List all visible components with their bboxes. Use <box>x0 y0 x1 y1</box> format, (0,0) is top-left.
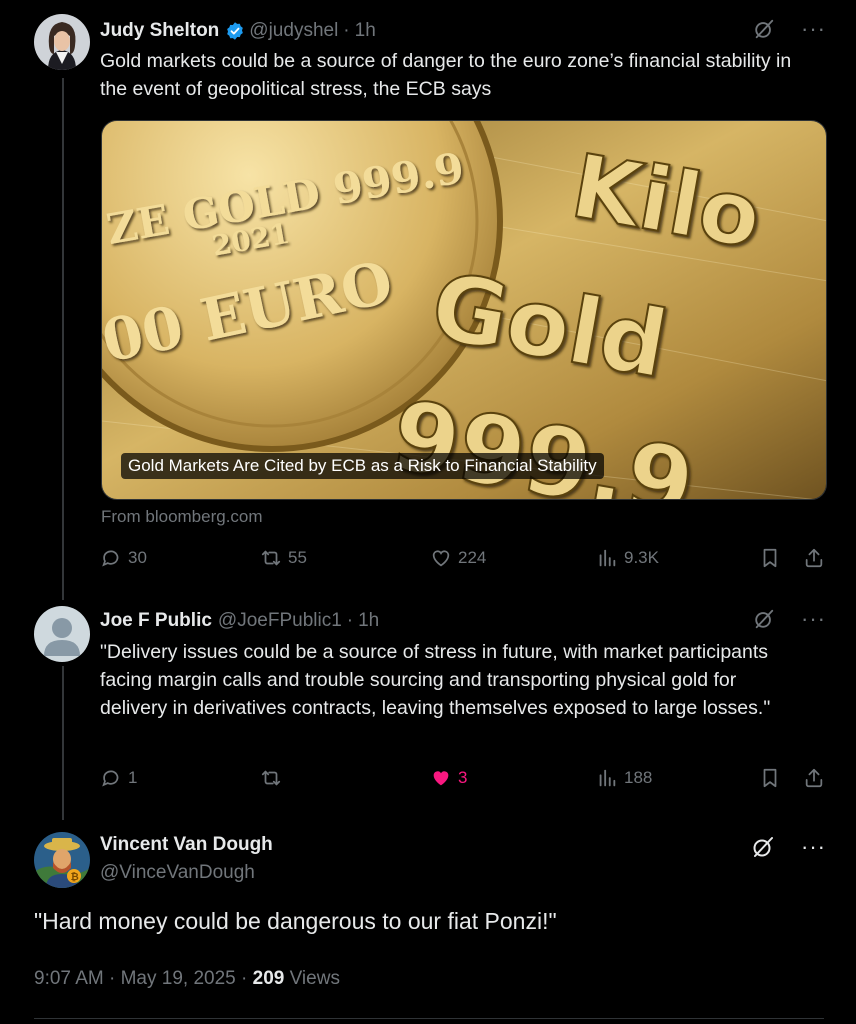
bookmark-button[interactable] <box>759 547 781 569</box>
post-top-icons: ··· <box>751 835 826 859</box>
post-text: Gold markets could be a source of danger… <box>100 50 792 100</box>
views-button[interactable]: 188 <box>596 767 652 789</box>
link-card[interactable]: ZE GOLD 999.9 2021 00 EURO Kilo Gold 999… <box>101 120 827 500</box>
views-icon <box>599 549 616 567</box>
action-bar: 30 55 224 9.3K <box>100 547 827 577</box>
like-button[interactable]: 224 <box>430 547 486 569</box>
bookmark-button[interactable] <box>759 767 781 789</box>
post-text: "Delivery issues could be a source of st… <box>100 641 771 719</box>
card-source[interactable]: From bloomberg.com <box>101 507 263 527</box>
post-time[interactable]: 1h <box>358 610 379 632</box>
avatar[interactable]: ₿ <box>34 832 90 888</box>
author-name[interactable]: Joe F Public <box>100 610 212 632</box>
views-label: Views <box>284 968 340 989</box>
post-top-icons: ··· <box>753 608 826 630</box>
like-icon <box>433 771 449 786</box>
repost-icon <box>261 770 281 786</box>
reply-icon <box>102 770 119 787</box>
repost-button[interactable]: 55 <box>260 547 307 569</box>
post-top-icons: ··· <box>753 18 826 40</box>
repost-icon <box>261 550 281 566</box>
card-caption: Gold Markets Are Cited by ECB as a Risk … <box>121 453 604 479</box>
author-handle[interactable]: @judyshel <box>249 20 338 42</box>
reply-count: 30 <box>128 548 147 567</box>
author-name[interactable]: Vincent Van Dough <box>100 834 273 856</box>
view-count: 9.3K <box>624 548 659 567</box>
reply-count: 1 <box>128 768 138 787</box>
svg-text:₿: ₿ <box>71 871 79 883</box>
like-button[interactable]: 3 <box>430 767 467 789</box>
author-name[interactable]: Judy Shelton <box>100 20 219 42</box>
author-handle[interactable]: @JoeFPublic1 <box>218 610 342 632</box>
share-button[interactable] <box>803 547 825 569</box>
share-icon <box>805 548 823 568</box>
repost-count: 55 <box>288 548 307 567</box>
grok-icon[interactable] <box>753 18 775 40</box>
separator: · <box>343 20 350 41</box>
reply-button[interactable]: 1 <box>100 767 137 789</box>
bookmark-icon <box>763 548 777 568</box>
like-count: 3 <box>458 768 468 787</box>
views-icon <box>599 769 616 787</box>
more-icon[interactable]: ··· <box>801 836 826 858</box>
post-subheader: @VinceVanDough <box>100 862 255 884</box>
share-button[interactable] <box>803 767 825 789</box>
grok-icon[interactable] <box>753 608 775 630</box>
views-count: 209 <box>252 968 285 989</box>
repost-button[interactable] <box>260 767 288 789</box>
avatar[interactable] <box>34 14 90 70</box>
reply-button[interactable]: 30 <box>100 547 147 569</box>
bookmark-icon <box>763 768 777 788</box>
post-header: Joe F Public @JoeFPublic1 · 1h <box>100 610 379 632</box>
divider <box>34 1018 824 1019</box>
action-bar: 1 3 188 <box>100 767 827 797</box>
share-icon <box>805 768 823 788</box>
post-header: Judy Shelton @judyshel · 1h <box>100 20 376 42</box>
post-time[interactable]: 1h <box>355 20 376 42</box>
post-meta: 9:07 AM · May 19, 2025 · 209 Views <box>34 968 340 990</box>
more-icon[interactable]: ··· <box>801 608 826 630</box>
more-icon[interactable]: ··· <box>801 18 826 40</box>
post-joe-f-public[interactable]: Joe F Public @JoeFPublic1 · 1h ··· "Deli… <box>0 600 856 820</box>
main-post-text: "Hard money could be dangerous to our fi… <box>34 908 557 934</box>
post-timestamp[interactable]: 9:07 AM · May 19, 2025 · <box>34 968 253 989</box>
card-image: ZE GOLD 999.9 2021 00 EURO Kilo Gold 999… <box>102 121 826 499</box>
view-count: 188 <box>624 768 653 787</box>
author-handle[interactable]: @VinceVanDough <box>100 862 255 884</box>
post-judy-shelton[interactable]: Judy Shelton @judyshel · 1h ··· Gold mar… <box>0 0 856 600</box>
like-count: 224 <box>458 548 487 567</box>
post-header: Vincent Van Dough <box>100 834 273 856</box>
like-icon <box>432 550 450 567</box>
grok-icon[interactable] <box>751 835 775 859</box>
verified-badge-icon <box>227 22 244 40</box>
separator: · <box>346 610 354 631</box>
views-button[interactable]: 9.3K <box>596 547 659 569</box>
reply-icon <box>102 550 119 567</box>
avatar[interactable] <box>34 606 90 662</box>
